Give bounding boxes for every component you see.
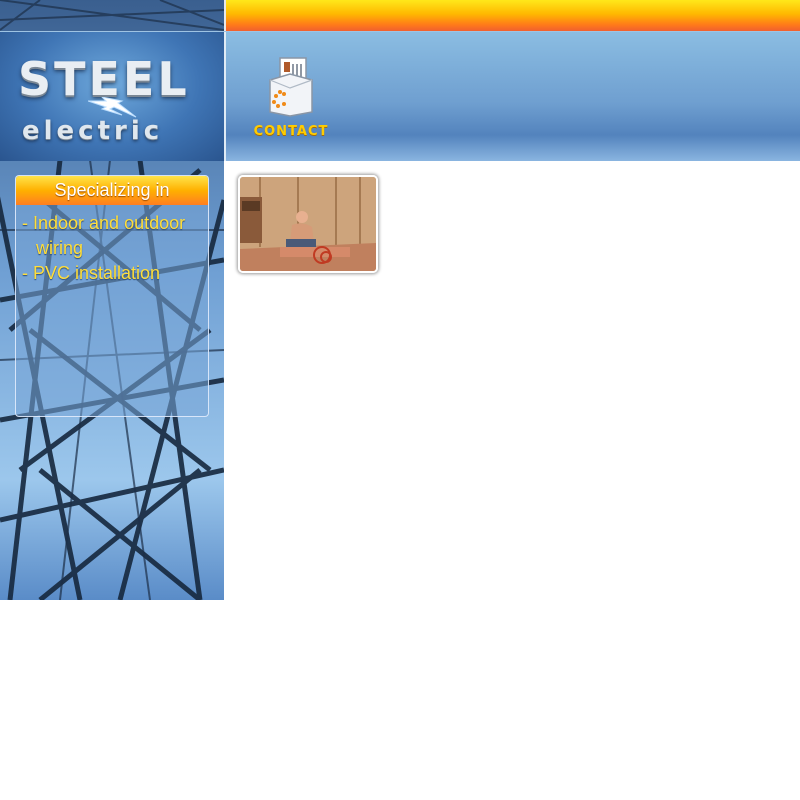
mail-envelope-icon	[269, 57, 313, 117]
logo-text-electric: electric	[22, 116, 164, 146]
site-logo[interactable]: STEEL electric	[0, 32, 224, 161]
specializing-list: - Indoor and outdoor wiring - PVC instal…	[22, 211, 208, 286]
top-gradient-bar	[224, 0, 800, 31]
photo-image	[240, 177, 376, 271]
list-item: - Indoor and outdoor wiring	[22, 213, 186, 258]
list-item: - PVC installation	[22, 263, 161, 283]
nav-bar: CONTACT	[224, 32, 800, 161]
contact-label: CONTACT	[253, 124, 329, 139]
electrician-at-work-photo	[238, 175, 378, 273]
specializing-panel: Specializing in - Indoor and outdoor wir…	[15, 175, 209, 417]
header: STEEL electric CONTACT	[0, 31, 800, 161]
contact-nav-link[interactable]: CONTACT	[250, 54, 332, 146]
specializing-title: Specializing in	[16, 176, 208, 205]
